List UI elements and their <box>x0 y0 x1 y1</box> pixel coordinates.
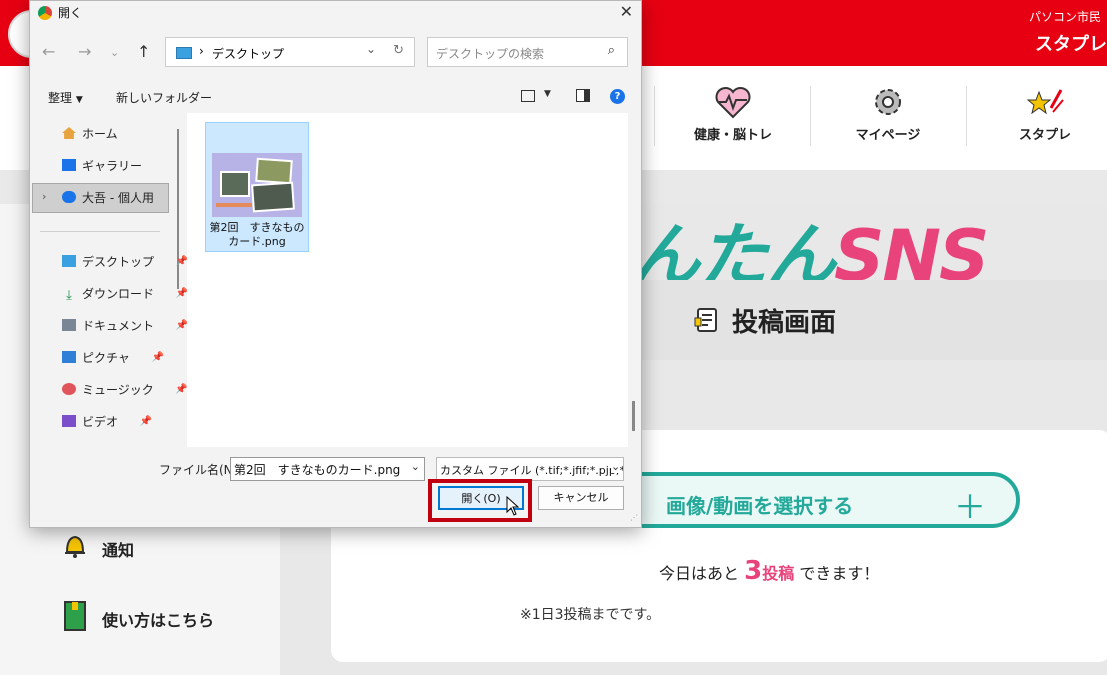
caret-down-icon: ▼ <box>75 95 83 105</box>
bell-icon <box>62 532 88 564</box>
select-media-label: 画像/動画を選択する <box>666 494 854 518</box>
nav-divider <box>40 231 160 232</box>
onedrive-icon <box>62 191 76 203</box>
pin-icon: 📌 <box>139 416 153 427</box>
file-type-select[interactable]: カスタム ファイル (*.tif;*.jfif;*.pjp;*.i <box>436 457 624 481</box>
heart-pulse-icon <box>658 84 808 120</box>
side-link-help[interactable]: 使い方はこちら <box>62 600 214 636</box>
video-icon <box>62 415 76 427</box>
page-title: 投稿画面 <box>732 308 837 338</box>
back-icon[interactable]: ← <box>42 42 55 61</box>
chevron-down-icon[interactable]: ⌄ <box>366 42 376 56</box>
pictures-icon <box>62 351 76 363</box>
sidebar-item-documents[interactable]: ドキュメント 📌 <box>62 313 188 339</box>
brand-label[interactable]: スタプレ <box>1035 30 1107 56</box>
sidebar-item-videos[interactable]: ビデオ 📌 <box>62 409 152 435</box>
filter-chevron-icon[interactable]: ⌄ <box>611 460 621 473</box>
sidebar-item-home[interactable]: ホーム <box>62 121 118 147</box>
nav-divider <box>966 86 967 146</box>
cancel-button[interactable]: キャンセル <box>538 486 624 510</box>
forward-icon[interactable]: → <box>78 42 91 61</box>
sidebar-item-downloads[interactable]: ⤓ ダウンロード 📌 <box>62 281 188 307</box>
nav-label: マイページ <box>855 128 921 143</box>
book-icon <box>62 600 88 636</box>
note-icon <box>694 306 722 338</box>
nav-divider <box>810 86 811 146</box>
remaining-count: 3 <box>744 556 763 586</box>
music-icon <box>62 383 76 395</box>
organize-menu[interactable]: 整理 ▼ <box>48 89 83 106</box>
nav-item-stapre[interactable]: スタプレ <box>970 84 1107 150</box>
side-link-notifications[interactable]: 通知 <box>62 532 134 564</box>
gallery-icon <box>62 159 76 171</box>
nav-divider <box>654 86 655 146</box>
dialog-title: 開く <box>38 4 82 21</box>
filename-input[interactable]: 第2回 すきなものカード.png ⌄ <box>230 457 425 481</box>
view-caret-icon[interactable]: ▼ <box>544 89 551 99</box>
star-icon <box>970 84 1107 120</box>
limit-note: ※1日3投稿までです。 <box>520 607 661 623</box>
up-icon[interactable]: ↑ <box>137 42 150 61</box>
close-icon[interactable]: ✕ <box>620 2 633 21</box>
refresh-icon[interactable]: ↻ <box>393 43 404 58</box>
resize-grip-icon[interactable]: ⋰ <box>630 513 638 522</box>
nav-label: スタプレ <box>1018 128 1071 143</box>
nav-label: 健康・脳トレ <box>693 128 772 143</box>
plus-icon: ＋ <box>953 488 986 526</box>
desktop-icon <box>176 47 192 59</box>
new-folder-button[interactable]: 新しいフォルダー <box>116 89 212 106</box>
address-bar[interactable]: › デスクトップ ⌄ ↻ <box>165 37 415 67</box>
chrome-icon <box>38 6 52 20</box>
help-icon[interactable]: ? <box>610 89 625 104</box>
file-item[interactable]: 第2回 すきなもの カード.png <box>205 122 309 252</box>
sidebar-item-pictures[interactable]: ピクチャ 📌 <box>62 345 164 371</box>
address-text: デスクトップ <box>212 47 285 61</box>
expand-chevron-icon[interactable]: › <box>42 190 46 203</box>
remaining-posts: 今日はあと 3投稿 できます！ <box>659 556 880 586</box>
download-icon: ⤓ <box>66 288 72 303</box>
search-input[interactable]: デスクトップの検索 ⌕ <box>427 37 628 67</box>
open-file-dialog: 開く ✕ ← → ⌄ ↑ › デスクトップ ⌄ ↻ デスクトップの検索 ⌕ 整理… <box>29 0 642 528</box>
sidebar-item-music[interactable]: ミュージック 📌 <box>62 377 188 403</box>
gear-icon <box>813 84 963 120</box>
sidebar-item-gallery[interactable]: ギャラリー <box>62 153 142 179</box>
desktop-icon <box>62 255 76 267</box>
sidebar-item-desktop[interactable]: デスクトップ 📌 <box>62 249 188 275</box>
pin-icon: 📌 <box>151 352 164 363</box>
file-thumbnail <box>212 153 302 217</box>
nav-item-health[interactable]: 健康・脳トレ <box>658 84 808 150</box>
post-header <box>612 280 1107 360</box>
sidebar-item-onedrive[interactable]: 大吾 - 個人用 <box>62 185 154 211</box>
file-name: 第2回 すきなもの カード.png <box>209 221 305 248</box>
site-name: パソコン市民 <box>1028 10 1101 24</box>
recent-chevron-icon[interactable]: ⌄ <box>110 46 119 59</box>
search-icon: ⌕ <box>607 43 615 58</box>
cursor-icon <box>506 495 520 520</box>
content-scrollbar[interactable] <box>632 401 635 431</box>
document-icon <box>62 319 76 331</box>
chevron-down-icon: ⌄ <box>410 460 420 473</box>
view-icon[interactable] <box>521 90 535 102</box>
pin-icon: 📌 <box>175 384 188 395</box>
preview-pane-icon[interactable] <box>576 89 590 102</box>
nav-item-mypage[interactable]: マイページ <box>813 84 963 150</box>
home-icon <box>62 127 76 139</box>
